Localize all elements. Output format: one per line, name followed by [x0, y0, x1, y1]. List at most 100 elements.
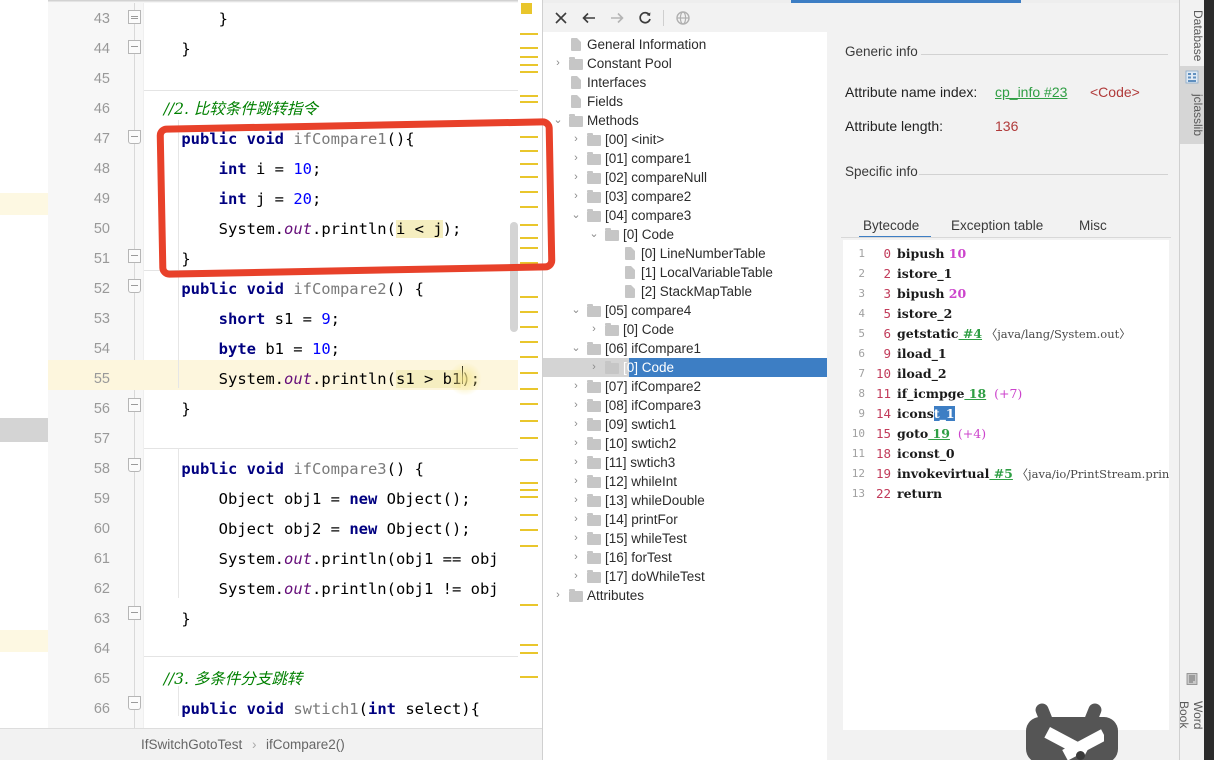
editor-line[interactable]: 65 //3. 多条件分支跳转 — [48, 664, 542, 694]
line-code[interactable]: System.out.println(obj1 != obj — [144, 574, 499, 604]
warning-marker[interactable] — [520, 514, 538, 516]
warning-marker[interactable] — [520, 71, 538, 73]
warning-marker[interactable] — [520, 136, 538, 138]
bytecode-instruction[interactable]: invokevirtual #5 〈java/io/PrintStream.pr… — [897, 464, 1169, 484]
tree-node[interactable]: › [0] Code — [543, 320, 827, 339]
editor-line[interactable]: 54 byte b1 = 10; — [48, 334, 542, 364]
editor-scrollbar-thumb[interactable] — [510, 222, 518, 332]
warning-marker[interactable] — [520, 326, 538, 328]
marker-square[interactable] — [521, 3, 532, 14]
line-code[interactable]: } — [144, 4, 228, 34]
editor-line[interactable]: 62 System.out.println(obj1 != obj — [48, 574, 542, 604]
tree-node[interactable]: ⌄ [04] compare3 — [543, 206, 827, 225]
tree-node[interactable]: [2] StackMapTable — [543, 282, 827, 301]
bytecode-row[interactable]: 11 18 iconst_0 — [843, 444, 1169, 464]
warning-marker[interactable] — [520, 101, 538, 103]
tree-node[interactable]: › [09] swtich1 — [543, 415, 827, 434]
tree-node[interactable]: › [10] swtich2 — [543, 434, 827, 453]
bytecode-instruction[interactable]: iconst_1 — [897, 404, 955, 424]
bytecode-row[interactable]: 3 3 bipush 20 — [843, 284, 1169, 304]
bytecode-row[interactable]: 9 14 iconst_1 — [843, 404, 1169, 424]
chevron-right-icon[interactable]: › — [569, 434, 583, 453]
line-code[interactable]: System.out.println(obj1 == obj — [144, 544, 499, 574]
bytecode-instruction[interactable]: goto 19 (+4) — [897, 424, 986, 444]
bytecode-reference-link[interactable]: 19 — [928, 426, 950, 441]
bytecode-row[interactable]: 1 0 bipush 10 — [843, 244, 1169, 264]
line-code[interactable]: public void ifCompare1(){ — [144, 124, 414, 154]
breadcrumb-method[interactable]: ifCompare2() — [266, 737, 345, 752]
fold-marker-44[interactable] — [128, 40, 141, 54]
fold-marker[interactable] — [131, 18, 138, 19]
editor-line[interactable]: 50 System.out.println(i < j); — [48, 214, 542, 244]
tree-node[interactable]: › [15] whileTest — [543, 529, 827, 548]
bytecode-listing[interactable]: 1 0 bipush 10 2 2 istore_1 3 3 bipush 20 4 5 istore… — [843, 240, 1169, 730]
chevron-right-icon[interactable]: › — [569, 187, 583, 206]
line-code[interactable]: byte b1 = 10; — [144, 334, 340, 364]
editor-line[interactable]: 43 } — [48, 4, 542, 34]
editor-line[interactable]: 60 Object obj2 = new Object(); — [48, 514, 542, 544]
chevron-right-icon[interactable]: › — [569, 510, 583, 529]
bytecode-reference-link[interactable]: #5 — [989, 466, 1013, 481]
warning-marker[interactable] — [520, 296, 538, 298]
warning-marker[interactable] — [520, 191, 538, 193]
tree-node[interactable]: › [01] compare1 — [543, 149, 827, 168]
tree-node[interactable]: ⌄ Methods — [543, 111, 827, 130]
chevron-right-icon[interactable]: › — [551, 54, 565, 73]
fold-marker-43[interactable] — [128, 10, 141, 24]
tree-node[interactable]: › [16] forTest — [543, 548, 827, 567]
tree-node[interactable]: [1] LocalVariableTable — [543, 263, 827, 282]
line-code[interactable]: //3. 多条件分支跳转 — [144, 664, 303, 694]
line-code[interactable]: } — [144, 394, 190, 424]
chevron-right-icon[interactable]: › — [569, 472, 583, 491]
bytecode-reference-link[interactable]: 18 — [964, 386, 986, 401]
chevron-down-icon[interactable]: ⌄ — [569, 339, 583, 358]
warning-marker[interactable] — [520, 262, 538, 264]
reload-icon[interactable] — [633, 7, 657, 29]
chevron-right-icon[interactable]: › — [569, 168, 583, 187]
bytecode-instruction[interactable]: istore_2 — [897, 304, 952, 324]
bytecode-instruction[interactable]: bipush 10 — [897, 244, 966, 264]
editor-line[interactable]: 61 System.out.println(obj1 == obj — [48, 544, 542, 574]
line-code[interactable]: } — [144, 604, 190, 634]
bytecode-row[interactable]: 8 11 if_icmpge 18 (+7) — [843, 384, 1169, 404]
warning-marker[interactable] — [520, 150, 538, 152]
chevron-down-icon[interactable]: ⌄ — [551, 111, 565, 130]
fold-marker-58[interactable] — [128, 458, 141, 472]
warning-marker[interactable] — [520, 56, 538, 58]
tree-node[interactable]: › [08] ifCompare3 — [543, 396, 827, 415]
warning-marker[interactable] — [520, 604, 538, 606]
warning-marker[interactable] — [520, 237, 538, 239]
warning-marker[interactable] — [520, 47, 538, 49]
editor-line[interactable]: 52 public void ifCompare2() { — [48, 274, 542, 304]
tree-detail-splitter[interactable] — [827, 32, 841, 760]
tree-node[interactable]: › [0] Code — [592, 358, 827, 377]
warning-marker[interactable] — [520, 545, 538, 547]
chevron-right-icon[interactable]: › — [551, 586, 565, 605]
editor-line[interactable]: 49 int j = 20; — [48, 184, 542, 214]
bytecode-row[interactable]: 12 19 invokevirtual #5 〈java/io/PrintStrea… — [843, 464, 1169, 484]
chevron-right-icon[interactable]: › — [569, 377, 583, 396]
tree-node[interactable]: ⌄ [05] compare4 — [543, 301, 827, 320]
editor-line[interactable]: 46 //2. 比较条件跳转指令 — [48, 94, 542, 124]
class-structure-tree[interactable]: General Information › Constant Pool Interfa… — [543, 32, 827, 760]
warning-marker[interactable] — [520, 644, 538, 646]
tree-node[interactable]: [0] LineNumberTable — [543, 244, 827, 263]
warning-marker[interactable] — [520, 163, 538, 165]
chevron-right-icon[interactable]: › — [569, 529, 583, 548]
warning-marker[interactable] — [520, 403, 538, 405]
tree-node[interactable]: › Constant Pool — [543, 54, 827, 73]
line-code[interactable]: System.out.println(i < j); — [144, 214, 461, 244]
fold-marker-47[interactable] — [128, 130, 141, 144]
chevron-down-icon[interactable]: ⌄ — [569, 206, 583, 225]
editor-line[interactable]: 63 } — [48, 604, 542, 634]
tree-node[interactable]: ⌄ [06] ifCompare1 — [543, 339, 827, 358]
editor-line[interactable]: 44 } — [48, 34, 542, 64]
back-arrow-icon[interactable] — [577, 7, 601, 29]
line-code[interactable]: //2. 比较条件跳转指令 — [144, 94, 318, 124]
warning-marker[interactable] — [520, 482, 538, 484]
bytecode-reference-link[interactable]: #4 — [959, 326, 982, 341]
warning-marker[interactable] — [520, 206, 538, 208]
bytecode-instruction[interactable]: if_icmpge 18 (+7) — [897, 384, 1022, 404]
line-code[interactable]: Object obj1 = new Object(); — [144, 484, 471, 514]
chevron-right-icon[interactable]: › — [587, 320, 601, 339]
